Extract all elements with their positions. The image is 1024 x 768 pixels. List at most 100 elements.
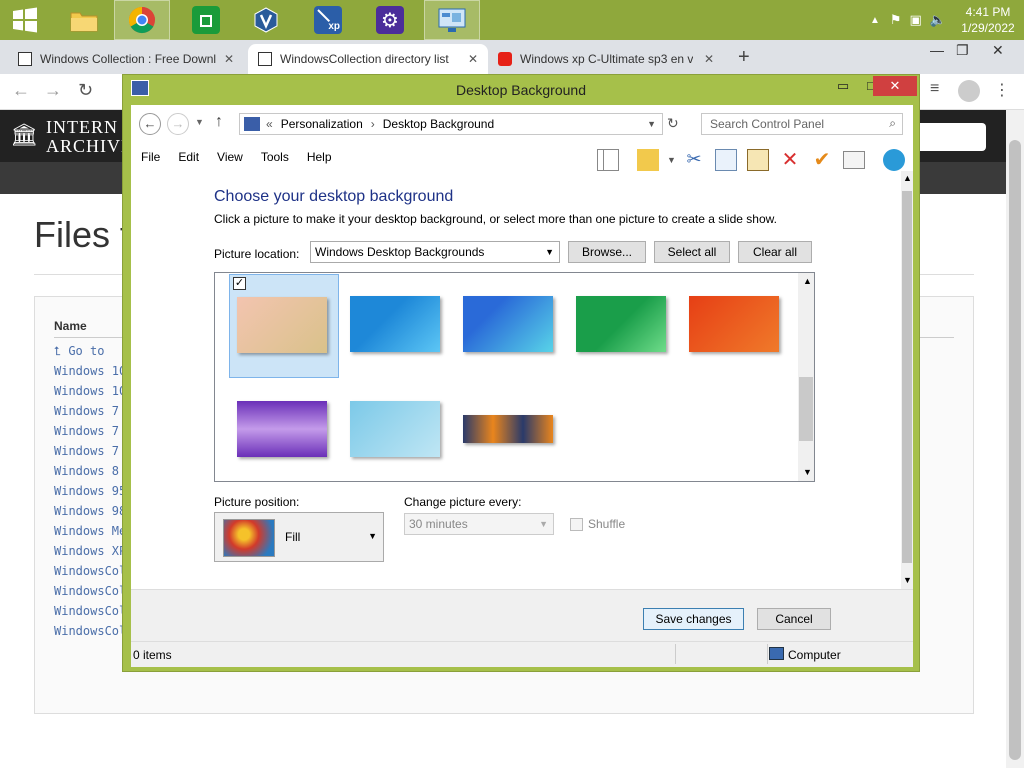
browse-button[interactable]: Browse... [568, 241, 646, 263]
breadcrumb-personalization[interactable]: Personalization [281, 117, 363, 131]
browser-tab-2[interactable]: WindowsCollection directory list ✕ [248, 44, 488, 74]
address-bar[interactable]: « Personalization › Desktop Background ▼ [239, 113, 663, 135]
properties-check-icon[interactable]: ✔ [811, 149, 833, 171]
file-link[interactable]: Windows 8 [54, 464, 119, 478]
menu-edit[interactable]: Edit [178, 150, 199, 164]
browser-minimize-icon[interactable]: — [930, 42, 944, 58]
picture-location-select[interactable]: Windows Desktop Backgrounds ▼ [310, 241, 560, 263]
rename-icon[interactable] [843, 151, 865, 169]
file-link[interactable]: Windows 98 [54, 504, 126, 518]
close-button[interactable]: ✕ [873, 76, 917, 96]
file-link[interactable]: WindowsCol [54, 564, 126, 578]
clear-all-button[interactable]: Clear all [738, 241, 812, 263]
save-changes-button[interactable]: Save changes [643, 608, 744, 630]
browser-tab-1[interactable]: Windows Collection : Free Downl ✕ [8, 44, 244, 74]
profile-avatar[interactable] [958, 80, 980, 102]
wallpaper-thumbnail-5[interactable] [689, 296, 779, 352]
clock[interactable]: 4:41 PM 1/29/2022 [952, 4, 1024, 36]
minimize-button[interactable]: ▭ [829, 76, 857, 96]
folder-options-icon[interactable] [637, 149, 659, 171]
page-scrollbar-thumb[interactable] [1009, 140, 1021, 760]
settings-taskbar-button[interactable]: ⚙ [362, 0, 418, 40]
picture-position-select[interactable]: Fill ▼ [214, 512, 384, 562]
gallery-scrollbar[interactable]: ▲ ▼ [798, 273, 814, 481]
scroll-up-icon[interactable]: ▲ [803, 276, 812, 286]
gallery-scrollbar-thumb[interactable] [799, 377, 813, 441]
change-picture-select[interactable]: 30 minutes ▼ [404, 513, 554, 535]
recent-locations-chevron-icon[interactable]: ▼ [195, 117, 204, 127]
file-link[interactable]: Windows Me [54, 524, 126, 538]
reload-icon[interactable]: ↻ [78, 80, 93, 101]
file-link[interactable]: Windows 7 [54, 444, 119, 458]
volume-muted-icon[interactable]: 🔈 [930, 12, 946, 28]
forward-button[interactable]: → [167, 113, 189, 135]
network-icon[interactable]: ▣ [910, 12, 922, 28]
file-explorer-taskbar-button[interactable] [56, 0, 112, 40]
wallpaper-thumbnail-8[interactable] [463, 415, 553, 443]
close-tab-icon[interactable]: ✕ [462, 52, 478, 66]
archive-logo-icon[interactable]: 🏛 [10, 122, 38, 150]
chrome-taskbar-button[interactable] [114, 0, 170, 40]
cancel-button[interactable]: Cancel [757, 608, 831, 630]
close-tab-icon[interactable]: ✕ [698, 52, 714, 66]
wallpaper-thumbnail-1[interactable] [237, 297, 327, 353]
store-taskbar-button[interactable] [178, 0, 234, 40]
breadcrumb-desktop-background[interactable]: Desktop Background [383, 117, 494, 131]
browser-close-icon[interactable]: ✕ [992, 42, 1004, 59]
file-link[interactable]: WindowsCol [54, 604, 126, 618]
address-dropdown-icon[interactable]: ▼ [647, 119, 656, 129]
flag-icon[interactable]: ⚑ [890, 12, 902, 28]
new-tab-button[interactable]: + [738, 46, 750, 69]
start-button[interactable] [0, 0, 50, 40]
shuffle-checkbox[interactable] [570, 518, 583, 531]
file-link[interactable]: Windows XP [54, 544, 126, 558]
file-link-parent[interactable]: ⮤ Go to [54, 344, 104, 359]
close-tab-icon[interactable]: ✕ [218, 52, 234, 66]
refresh-icon[interactable]: ↻ [667, 115, 679, 132]
forward-arrow-icon[interactable]: → [44, 80, 62, 101]
browser-menu-icon[interactable]: ⋮ [994, 80, 1010, 100]
browser-tab-3[interactable]: Windows xp C-Ultimate sp3 en v ✕ [488, 44, 724, 74]
folder-options-chevron-icon[interactable]: ▼ [667, 155, 676, 165]
window-scrollbar[interactable]: ▲ ▼ [901, 171, 913, 589]
wallpaper-thumbnail-2[interactable] [350, 296, 440, 352]
thumbnail-checkbox[interactable]: ✓ [233, 277, 246, 290]
file-link[interactable]: Windows 7 [54, 404, 119, 418]
copy-icon[interactable] [715, 149, 737, 171]
wallpaper-thumbnail-7[interactable] [350, 401, 440, 457]
control-panel-taskbar-button[interactable] [424, 0, 480, 40]
cut-icon[interactable]: ✂ [683, 149, 705, 171]
wallpaper-thumbnail-3[interactable] [463, 296, 553, 352]
archive-logo-text[interactable]: INTERN ARCHIVE [46, 118, 133, 156]
file-link[interactable]: Windows 10 [54, 364, 126, 378]
scroll-down-icon[interactable]: ▼ [903, 575, 912, 585]
file-link[interactable]: Windows 7 [54, 424, 119, 438]
breadcrumb-separator[interactable]: › [371, 117, 375, 131]
file-link[interactable]: WindowsCol [54, 624, 126, 638]
back-arrow-icon[interactable]: ← [12, 80, 30, 101]
paste-icon[interactable] [747, 149, 769, 171]
file-link[interactable]: Windows 95 [54, 484, 126, 498]
menu-tools[interactable]: Tools [261, 150, 289, 164]
playlist-icon[interactable]: ≡ [930, 80, 939, 98]
tray-overflow-chevron-icon[interactable]: ▲ [870, 15, 880, 26]
browser-restore-icon[interactable]: ❐ [956, 42, 969, 59]
globe-icon[interactable] [883, 149, 905, 171]
delete-icon[interactable]: ✕ [779, 149, 801, 171]
scroll-up-icon[interactable]: ▲ [903, 173, 912, 183]
xp-vm-taskbar-button[interactable]: xp [300, 0, 356, 40]
select-all-button[interactable]: Select all [654, 241, 730, 263]
column-header-name[interactable]: Name [54, 319, 87, 333]
menu-view[interactable]: View [217, 150, 243, 164]
address-overflow[interactable]: « [266, 117, 273, 131]
virtualbox-taskbar-button[interactable] [238, 0, 294, 40]
wallpaper-thumbnail-6[interactable] [237, 401, 327, 457]
scroll-down-icon[interactable]: ▼ [803, 467, 812, 477]
up-button[interactable]: ↑ [215, 113, 223, 131]
window-scrollbar-thumb[interactable] [902, 191, 912, 563]
wallpaper-thumbnail-4[interactable] [576, 296, 666, 352]
search-control-panel-input[interactable]: Search Control Panel ⌕ [701, 113, 903, 135]
back-button[interactable]: ← [139, 113, 161, 135]
menu-help[interactable]: Help [307, 150, 332, 164]
file-link[interactable]: WindowsCol [54, 584, 126, 598]
